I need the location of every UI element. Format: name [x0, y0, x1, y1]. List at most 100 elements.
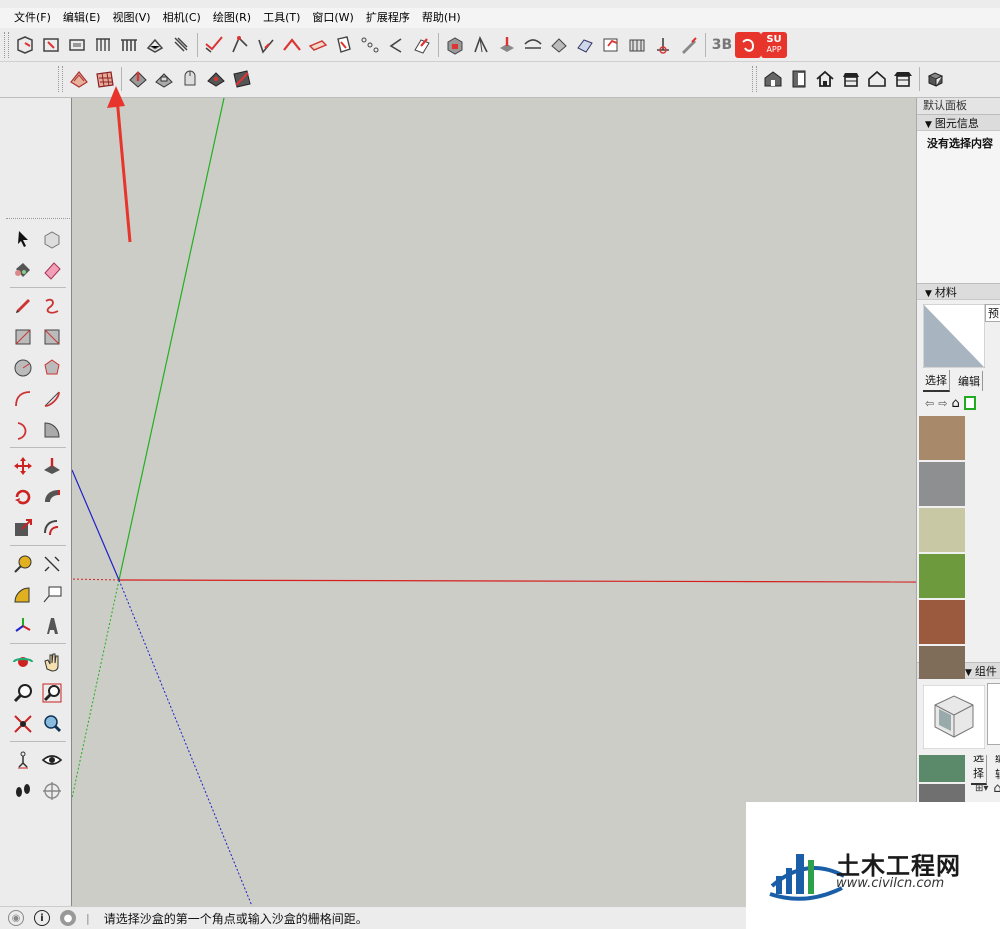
- menu-file[interactable]: 文件(F): [8, 8, 57, 28]
- stamp-icon[interactable]: [253, 32, 279, 58]
- previous-view-icon[interactable]: [37, 709, 66, 738]
- materials-header[interactable]: ▼ 材料: [917, 283, 1000, 300]
- add-detail-icon[interactable]: [203, 66, 229, 92]
- three-point-arc-icon[interactable]: [8, 415, 37, 444]
- wall-icon[interactable]: [624, 32, 650, 58]
- prism-icon[interactable]: [468, 32, 494, 58]
- right-view-icon[interactable]: [90, 32, 116, 58]
- drawing-viewport[interactable]: [71, 98, 916, 906]
- left-view-icon[interactable]: [142, 32, 168, 58]
- material-swatch[interactable]: [919, 554, 965, 598]
- drape-icon[interactable]: [177, 66, 203, 92]
- toolbar-grip[interactable]: [4, 32, 9, 58]
- circle-icon[interactable]: [8, 353, 37, 382]
- roof-house-icon[interactable]: [838, 66, 864, 92]
- add-detail-icon[interactable]: [305, 32, 331, 58]
- toolbar-grip[interactable]: [58, 66, 63, 92]
- axis-tool-icon[interactable]: [650, 32, 676, 58]
- zoom-window-icon[interactable]: [37, 678, 66, 707]
- house-outline-icon[interactable]: [864, 66, 890, 92]
- menu-edit[interactable]: 编辑(E): [57, 8, 107, 28]
- text-icon[interactable]: [37, 580, 66, 609]
- materials-tab-select[interactable]: 选择: [923, 370, 950, 392]
- material-swatch[interactable]: [919, 600, 965, 644]
- plugin-3b-icon[interactable]: 3B: [709, 32, 735, 58]
- rectangle-icon[interactable]: [8, 322, 37, 351]
- tape-measure-icon[interactable]: [8, 549, 37, 578]
- top-view-icon[interactable]: [38, 32, 64, 58]
- forward-arrow-icon[interactable]: ⇨: [938, 397, 947, 410]
- zoom-extents-icon[interactable]: [8, 709, 37, 738]
- geo-location-icon[interactable]: ◉: [8, 910, 24, 926]
- menu-camera[interactable]: 相机(C): [157, 8, 207, 28]
- material-swatch[interactable]: [919, 416, 965, 460]
- toolbar-grip[interactable]: [752, 66, 757, 92]
- material-swatch[interactable]: [919, 462, 965, 506]
- offset-icon[interactable]: [37, 513, 66, 542]
- orbit-icon[interactable]: [8, 647, 37, 676]
- drape-icon[interactable]: [279, 32, 305, 58]
- home-icon[interactable]: ⌂: [993, 781, 1000, 796]
- menu-window[interactable]: 窗口(W): [306, 8, 359, 28]
- sandbox-from-contours-icon[interactable]: [66, 66, 92, 92]
- info-icon[interactable]: i: [34, 910, 50, 926]
- materials-tab-edit[interactable]: 编辑: [956, 371, 983, 391]
- entity-info-header[interactable]: ▼ 图元信息: [917, 114, 1000, 131]
- arch-icon[interactable]: [520, 32, 546, 58]
- dimension-icon[interactable]: [37, 549, 66, 578]
- axes-icon[interactable]: [8, 611, 37, 640]
- su-app-icon[interactable]: SU APP: [761, 32, 787, 58]
- menu-extensions[interactable]: 扩展程序: [360, 8, 416, 28]
- edit-tag-icon[interactable]: [598, 32, 624, 58]
- freehand-icon[interactable]: [37, 291, 66, 320]
- rotate-icon[interactable]: [8, 482, 37, 511]
- scale-icon[interactable]: [8, 513, 37, 542]
- extrude-up-icon[interactable]: [494, 32, 520, 58]
- sandbox-from-contours-icon[interactable]: [201, 32, 227, 58]
- pencil-line-icon[interactable]: [8, 291, 37, 320]
- material-name-field[interactable]: 预: [985, 304, 1000, 322]
- home-icon[interactable]: ⌂: [951, 396, 959, 411]
- components-icon[interactable]: [923, 66, 949, 92]
- extension-warehouse-icon[interactable]: [735, 32, 761, 58]
- pan-hand-icon[interactable]: [37, 647, 66, 676]
- paint-bucket-icon[interactable]: [8, 255, 37, 284]
- back-arrow-icon[interactable]: ⇦: [925, 397, 934, 410]
- material-swatch[interactable]: [919, 508, 965, 552]
- two-point-arc-icon[interactable]: [37, 384, 66, 413]
- iso-view-icon[interactable]: [12, 32, 38, 58]
- front-view-icon[interactable]: [64, 32, 90, 58]
- component-name-field[interactable]: [987, 683, 1000, 745]
- flip-edge-icon[interactable]: [229, 66, 255, 92]
- pencil-line-icon[interactable]: [676, 32, 702, 58]
- 3d-text-icon[interactable]: [37, 611, 66, 640]
- make-component-icon[interactable]: [37, 224, 66, 253]
- door-icon[interactable]: [786, 66, 812, 92]
- round-corner-icon[interactable]: [572, 32, 598, 58]
- walk-icon[interactable]: [8, 776, 37, 805]
- angle-icon[interactable]: [383, 32, 409, 58]
- smoove-icon[interactable]: [227, 32, 253, 58]
- push-pull-icon[interactable]: [37, 451, 66, 480]
- select-arrow-icon[interactable]: [8, 224, 37, 253]
- polygon-icon[interactable]: [37, 353, 66, 382]
- house-solid-icon[interactable]: [760, 66, 786, 92]
- eraser-icon[interactable]: [37, 255, 66, 284]
- push-face-icon[interactable]: [409, 32, 435, 58]
- stamp-icon[interactable]: [151, 66, 177, 92]
- protractor-icon[interactable]: [8, 580, 37, 609]
- home-icon[interactable]: [812, 66, 838, 92]
- pie-icon[interactable]: [37, 415, 66, 444]
- rotated-rectangle-icon[interactable]: [37, 322, 66, 351]
- menu-view[interactable]: 视图(V): [106, 8, 156, 28]
- menu-tools[interactable]: 工具(T): [257, 8, 306, 28]
- move-icon[interactable]: [8, 451, 37, 480]
- menu-draw[interactable]: 绘图(R): [207, 8, 257, 28]
- in-model-icon[interactable]: [963, 396, 976, 410]
- zoom-icon[interactable]: [8, 678, 37, 707]
- follow-path-icon[interactable]: [357, 32, 383, 58]
- solid-tools-icon[interactable]: [442, 32, 468, 58]
- flat-roof-icon[interactable]: [890, 66, 916, 92]
- view-options-icon[interactable]: ⊞▾: [975, 783, 988, 794]
- bottom-view-icon[interactable]: [168, 32, 194, 58]
